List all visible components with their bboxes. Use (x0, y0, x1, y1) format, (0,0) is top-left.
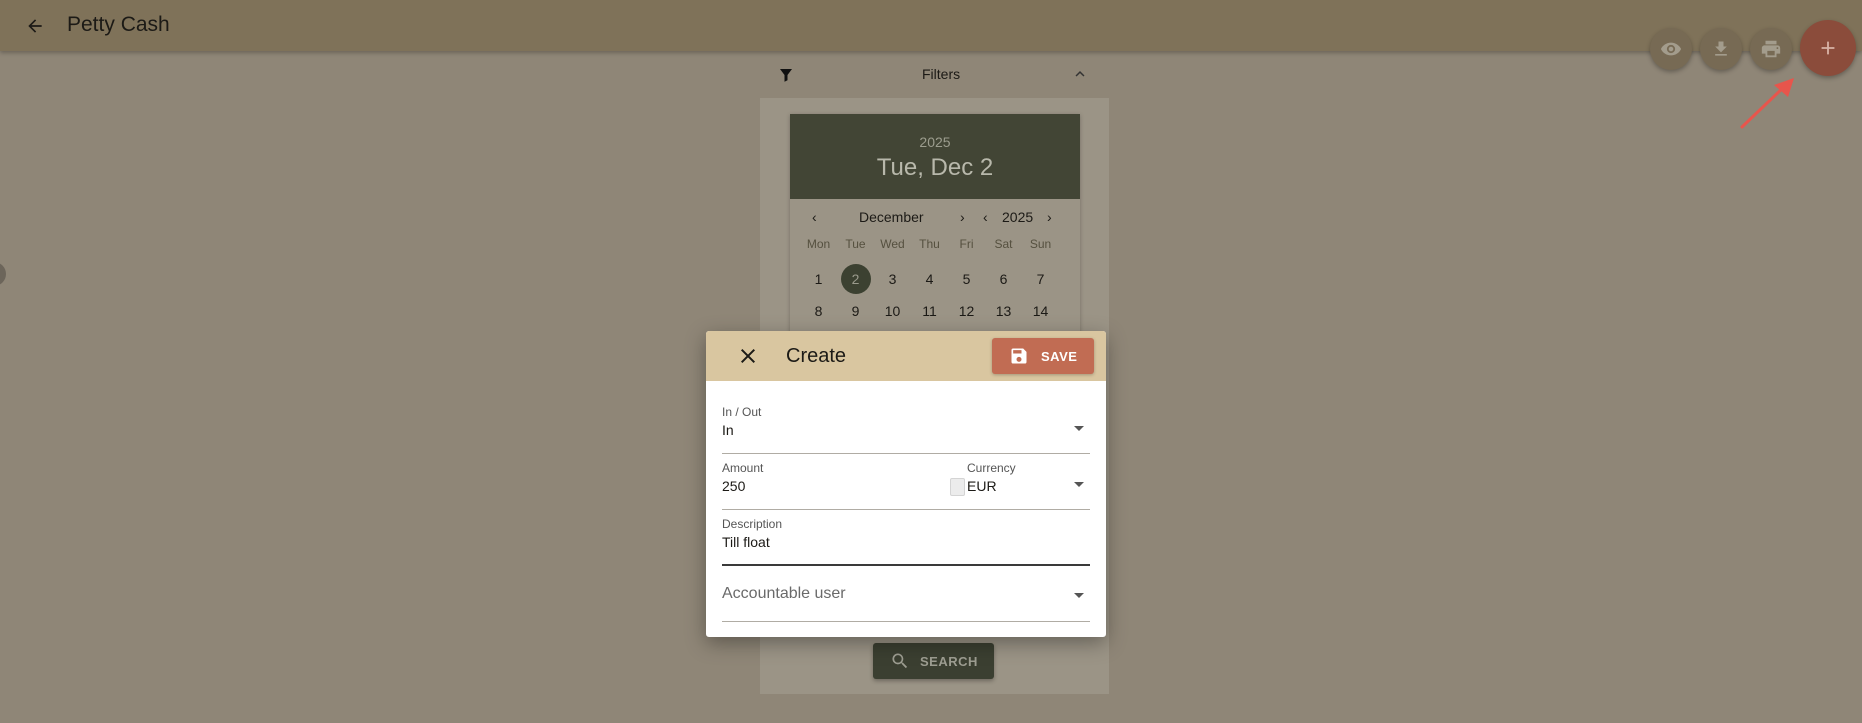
dialog-header: Create SAVE (706, 331, 1106, 381)
in-out-label: In / Out (722, 405, 762, 419)
in-out-value: In (722, 422, 734, 438)
view-button[interactable] (1650, 28, 1692, 70)
prev-month-button[interactable]: ‹ (812, 209, 817, 225)
search-label: SEARCH (920, 653, 978, 669)
close-button[interactable] (736, 344, 760, 368)
day-cell[interactable]: 13 (985, 297, 1022, 325)
weekday-label: Sun (1029, 237, 1052, 251)
amount-value[interactable]: 250 (722, 478, 745, 494)
date-picker-nav: ‹ December › ‹ 2025 › (790, 199, 1080, 237)
close-icon (741, 349, 755, 363)
plus-icon (1821, 41, 1835, 55)
currency-value: EUR (967, 478, 997, 494)
search-icon (892, 653, 908, 669)
weekday-label: Thu (919, 237, 940, 251)
printer-icon (1761, 40, 1781, 58)
prev-year-button[interactable]: ‹ (983, 209, 988, 225)
page-title: Petty Cash (67, 13, 170, 36)
download-icon (1715, 41, 1727, 56)
currency-label: Currency (967, 461, 1016, 475)
day-cell[interactable]: 14 (1022, 297, 1059, 325)
accountable-user-placeholder: Accountable user (722, 585, 846, 602)
day-cell-selected[interactable]: 2 (837, 264, 874, 294)
print-button[interactable] (1750, 28, 1792, 70)
date-picker-year[interactable]: 2025 (790, 114, 1080, 150)
day-cell[interactable]: 4 (911, 265, 948, 293)
amount-label: Amount (722, 461, 764, 475)
currency-select[interactable]: Currency EUR (967, 459, 1090, 510)
next-month-button[interactable]: › (960, 209, 965, 225)
floppy-disk-icon (1011, 348, 1027, 364)
amount-field[interactable]: Amount 250 (722, 459, 967, 510)
chevron-down-icon (1074, 482, 1084, 487)
app-bar: Petty Cash (0, 0, 1862, 51)
date-picker-selected-date: Tue, Dec 2 (876, 154, 994, 181)
month-label: December (859, 209, 924, 225)
save-button[interactable]: SAVE (992, 338, 1094, 374)
selected-day[interactable]: 2 (840, 264, 871, 294)
chevron-up-icon[interactable] (1071, 65, 1089, 83)
day-cell[interactable]: 10 (874, 297, 911, 325)
next-year-button[interactable]: › (1047, 209, 1052, 225)
day-cell[interactable]: 9 (837, 297, 874, 325)
dialog-title: Create (786, 345, 847, 367)
side-handle[interactable] (0, 262, 6, 286)
eye-icon (1660, 42, 1682, 56)
filters-header[interactable]: Filters (760, 58, 1100, 90)
day-cell[interactable]: 3 (874, 265, 911, 293)
week-row: 1 2 3 4 5 6 7 (790, 264, 1080, 294)
filter-icon (780, 69, 792, 82)
in-out-select[interactable]: In / Out In (722, 403, 1090, 454)
week-row: 8 9 10 11 12 13 14 (790, 297, 1080, 325)
back-button[interactable] (20, 11, 50, 41)
add-button[interactable] (1800, 20, 1856, 76)
description-value[interactable]: Till float (722, 534, 770, 550)
arrow-left-icon (28, 19, 42, 33)
weekday-label: Fri (959, 237, 974, 251)
accountable-user-select[interactable]: Accountable user (722, 571, 1090, 622)
description-field[interactable]: Description Till float (722, 515, 1090, 566)
weekday-label: Tue (845, 237, 866, 251)
amount-stepper[interactable] (950, 478, 965, 496)
day-cell[interactable]: 11 (911, 297, 948, 325)
weekday-label: Mon (806, 237, 831, 251)
chevron-down-icon (1074, 593, 1084, 598)
save-label: SAVE (1041, 348, 1078, 364)
filters-label: Filters (922, 66, 961, 82)
annotation-arrow-icon (1740, 78, 1794, 129)
description-label: Description (722, 517, 783, 531)
day-cell[interactable]: 12 (948, 297, 985, 325)
weekday-row: Mon Tue Wed Thu Fri Sat Sun (790, 237, 1080, 251)
day-cell[interactable]: 1 (800, 265, 837, 293)
day-cell[interactable]: 7 (1022, 265, 1059, 293)
day-cell[interactable]: 8 (800, 297, 837, 325)
day-cell[interactable]: 5 (948, 265, 985, 293)
chevron-down-icon (1074, 426, 1084, 431)
date-picker: 2025 Tue, Dec 2 ‹ December › ‹ 2025 › Mo… (790, 114, 1080, 334)
year-label: 2025 (1002, 209, 1034, 225)
create-dialog: Create SAVE In / Out In Amount 250 Curre… (706, 331, 1106, 637)
day-cell[interactable]: 6 (985, 265, 1022, 293)
weekday-label: Sat (994, 237, 1013, 251)
search-button[interactable]: SEARCH (873, 643, 994, 679)
download-button[interactable] (1700, 28, 1742, 70)
date-picker-header: 2025 Tue, Dec 2 (790, 114, 1080, 199)
weekday-label: Wed (880, 237, 905, 251)
